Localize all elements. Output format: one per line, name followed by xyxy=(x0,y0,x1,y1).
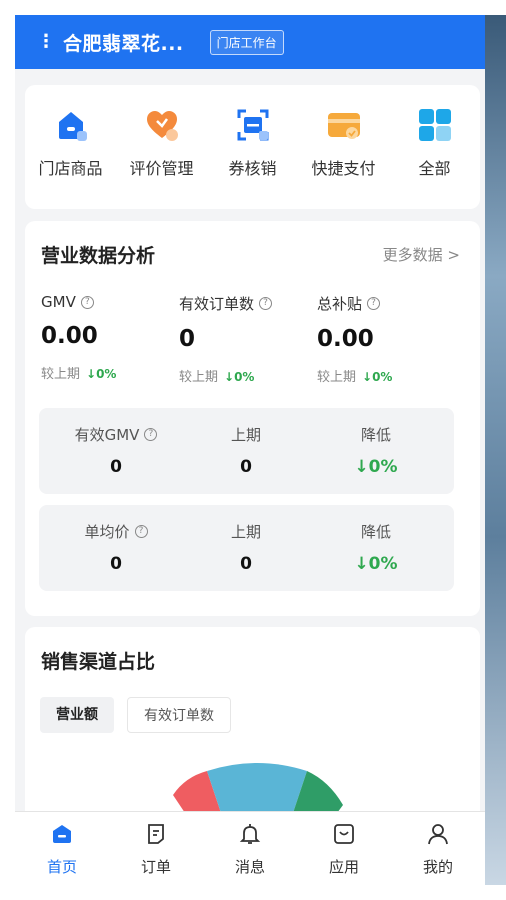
quick-action-label: 全部 xyxy=(418,159,451,178)
tab-apps[interactable]: 应用 xyxy=(304,812,384,885)
change-indicator: ↓0% xyxy=(86,367,117,381)
tab-profile[interactable]: 我的 xyxy=(398,812,478,885)
previous-label: 上期 xyxy=(230,426,261,444)
metric-label: 有效订单数 ? xyxy=(179,293,319,314)
scan-icon xyxy=(237,109,268,141)
valid-gmv-panel: 有效GMV ? 0 上期 0 降低 ↓0% xyxy=(39,408,454,494)
metric-label: GMV ? xyxy=(41,293,181,311)
previous-label: 上期 xyxy=(230,523,261,541)
metric-value: 0.00 xyxy=(41,323,98,349)
app-screen: ⋮ 合肥翡翠花... 门店工作台 门店商品 评价管理 券核销 快捷支付 全部 营… xyxy=(15,15,485,885)
metric-compare: 较上期 ↓0% xyxy=(41,367,117,382)
home-icon xyxy=(53,825,71,843)
store-name[interactable]: 合肥翡翠花... xyxy=(63,29,184,56)
heart-icon xyxy=(146,111,178,141)
avg-price-panel: 单均价 ? 0 上期 0 降低 ↓0% xyxy=(39,505,454,591)
card-icon xyxy=(327,113,360,139)
bottom-tab-bar: 首页 订单 消息 应用 我的 xyxy=(15,811,485,885)
decrease-value: ↓0% xyxy=(354,457,398,477)
grid-icon xyxy=(418,109,451,141)
top-bar: ⋮ 合肥翡翠花... 门店工作台 xyxy=(15,15,485,69)
section-title: 营业数据分析 xyxy=(41,245,156,267)
help-icon[interactable]: ? xyxy=(259,297,273,310)
business-data-card: 营业数据分析 更多数据 > GMV ? 0.00 较上期 ↓0% 有效订单数 ? … xyxy=(25,221,480,616)
quick-action-label: 评价管理 xyxy=(129,159,194,178)
order-icon xyxy=(148,824,164,844)
decrease-label: 降低 xyxy=(360,523,391,541)
quick-action-label: 门店商品 xyxy=(38,159,103,178)
avg-price-value: 0 xyxy=(110,554,122,574)
metric-total-subsidy: 总补贴 ? 0.00 较上期 ↓0% xyxy=(317,293,457,385)
quick-action-voucher[interactable]: 券核销 xyxy=(208,107,298,209)
metric-compare: 较上期 ↓0% xyxy=(317,370,393,385)
quick-action-all[interactable]: 全部 xyxy=(390,107,480,209)
quick-action-reviews[interactable]: 评价管理 xyxy=(117,107,207,209)
previous-value: 0 xyxy=(240,457,252,477)
tab-messages[interactable]: 消息 xyxy=(210,812,290,885)
workbench-tag: 门店工作台 xyxy=(209,29,284,55)
tab-label: 首页 xyxy=(46,858,77,876)
quick-action-label: 券核销 xyxy=(228,159,277,178)
tab-label: 我的 xyxy=(422,858,453,876)
help-icon[interactable]: ? xyxy=(134,525,148,538)
avg-price-label: 单均价 xyxy=(84,523,130,541)
profile-icon xyxy=(428,824,448,845)
apps-icon xyxy=(334,824,354,844)
quick-action-label: 快捷支付 xyxy=(311,159,376,178)
quick-action-quick-pay[interactable]: 快捷支付 xyxy=(299,107,389,209)
metric-compare: 较上期 ↓0% xyxy=(179,370,255,385)
change-indicator: ↓0% xyxy=(362,370,393,384)
more-menu-icon[interactable]: ⋮ xyxy=(37,33,55,51)
quick-action-store-goods[interactable]: 门店商品 xyxy=(26,107,116,209)
quick-actions-card: 门店商品 评价管理 券核销 快捷支付 全部 xyxy=(25,85,480,209)
bell-icon xyxy=(239,824,261,844)
metric-valid-orders: 有效订单数 ? 0 较上期 ↓0% xyxy=(179,293,319,385)
metric-value: 0 xyxy=(179,326,196,352)
section-title: 销售渠道占比 xyxy=(41,651,156,673)
metric-value: 0.00 xyxy=(317,326,374,352)
tab-orders[interactable]: 订单 xyxy=(116,812,196,885)
help-icon[interactable]: ? xyxy=(367,297,381,310)
help-icon[interactable]: ? xyxy=(80,295,94,309)
previous-value: 0 xyxy=(240,554,252,574)
change-indicator: ↓0% xyxy=(224,370,255,384)
tab-revenue[interactable]: 营业额 xyxy=(40,697,114,733)
tab-label: 消息 xyxy=(234,858,265,876)
background-edge xyxy=(485,15,506,885)
valid-gmv-label: 有效GMV xyxy=(74,426,140,444)
tab-valid-orders[interactable]: 有效订单数 xyxy=(127,697,231,733)
tab-home[interactable]: 首页 xyxy=(22,812,102,885)
more-data-link[interactable]: 更多数据 > xyxy=(383,244,460,265)
decrease-value: ↓0% xyxy=(354,554,398,574)
tab-label: 应用 xyxy=(328,858,359,876)
store-icon xyxy=(58,112,87,141)
valid-gmv-value: 0 xyxy=(110,457,122,477)
metric-gmv: GMV ? 0.00 较上期 ↓0% xyxy=(41,293,181,382)
tab-label: 订单 xyxy=(140,858,171,876)
help-icon[interactable]: ? xyxy=(144,428,158,441)
decrease-label: 降低 xyxy=(360,426,391,444)
metric-label: 总补贴 ? xyxy=(317,293,457,314)
